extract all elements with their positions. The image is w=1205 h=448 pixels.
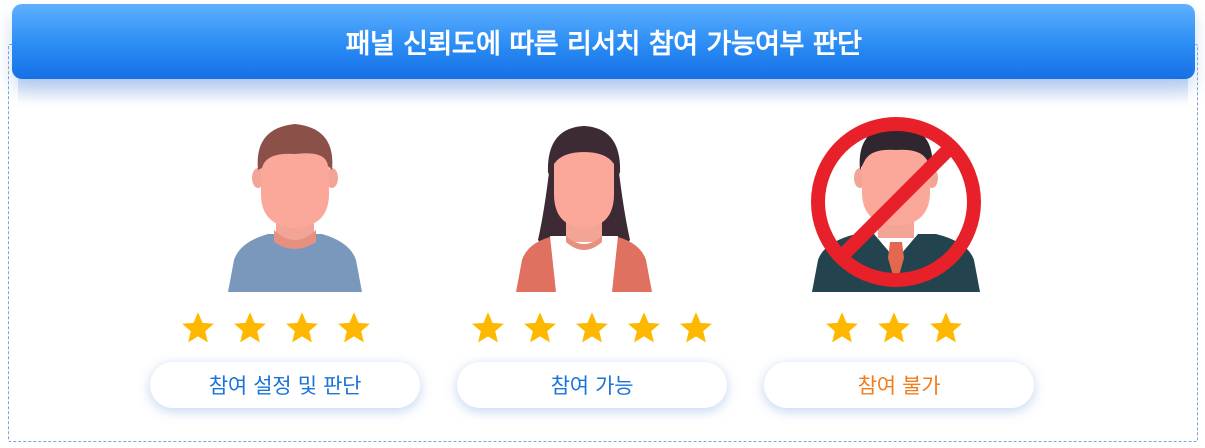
businessman-avatar-icon [811,117,981,292]
page-title: 패널 신뢰도에 따른 리서치 참여 가능여부 판단 [345,29,862,60]
star-icon [286,312,318,343]
star-icon [182,312,214,343]
woman-avatar-icon [516,126,652,292]
panel-label-3: 참여 불가 [764,362,1034,408]
star-icon [878,312,910,343]
panel-label-1: 참여 설정 및 판단 [150,362,420,408]
man-avatar-icon [228,124,362,292]
star-icon [524,312,556,343]
panel-label-2: 참여 가능 [457,362,727,408]
rating-stars-3 [824,310,964,346]
star-icon [628,312,660,343]
header-banner: 패널 신뢰도에 따른 리서치 참여 가능여부 판단 [12,4,1195,79]
star-icon [234,312,266,343]
star-icon [472,312,504,343]
star-icon [680,312,712,343]
rating-stars-2 [470,310,714,346]
star-icon [826,312,858,343]
star-icon [930,312,962,343]
star-icon [576,312,608,343]
header-shadow [18,79,1188,105]
rating-stars-1 [180,310,372,346]
star-icon [338,312,370,343]
